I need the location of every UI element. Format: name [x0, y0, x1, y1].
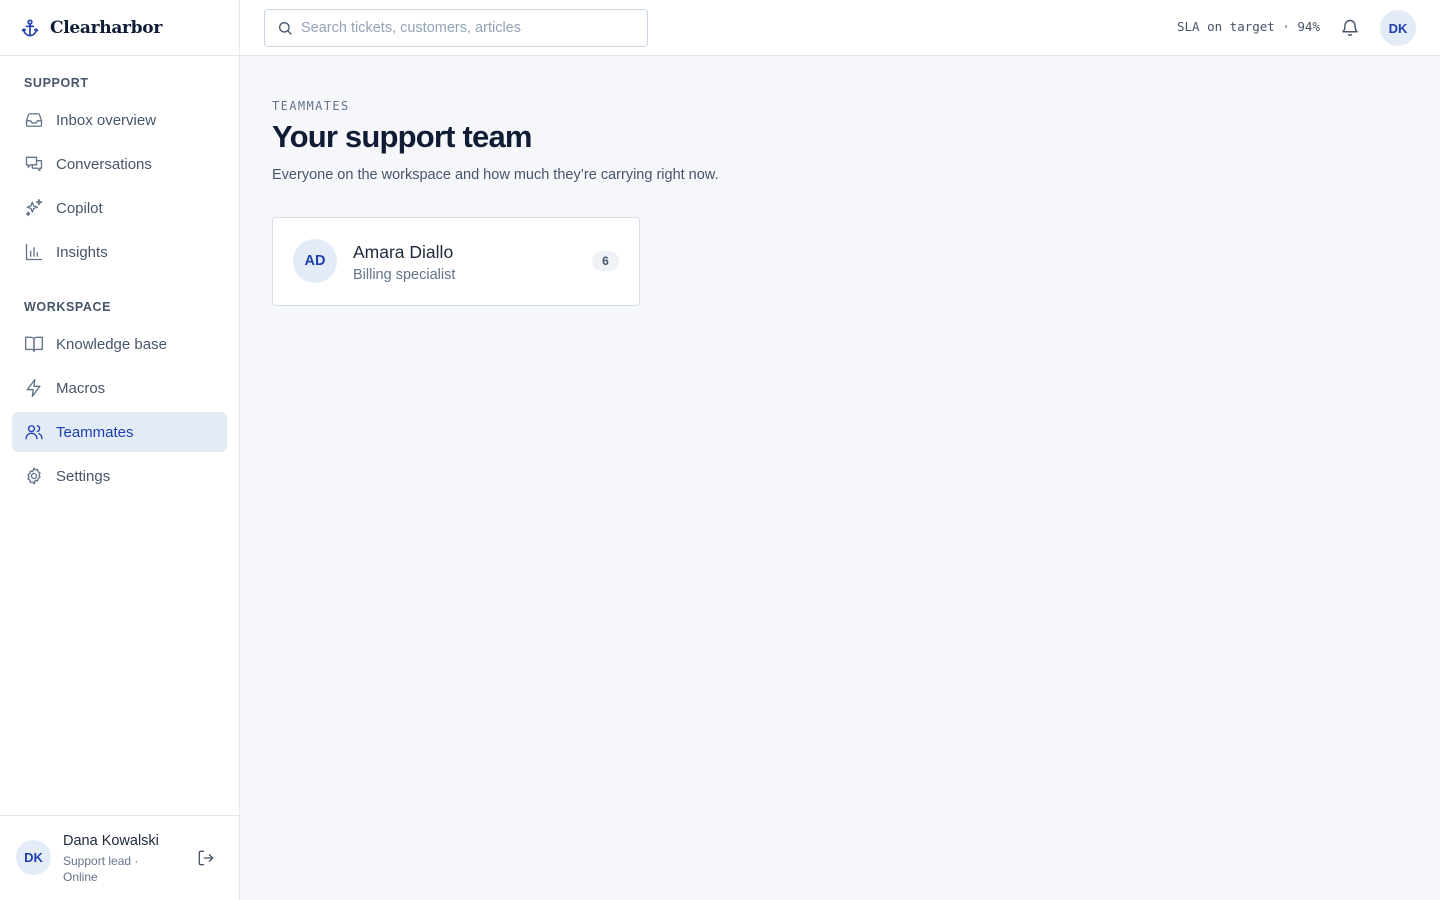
lightning-icon — [24, 378, 44, 398]
topbar: SLA on target · 94% DK — [240, 0, 1440, 56]
page-subtitle: Everyone on the workspace and how much t… — [272, 167, 719, 183]
section-label-support: SUPPORT — [24, 76, 89, 90]
bell-icon[interactable] — [1340, 17, 1360, 39]
brand[interactable]: Clearharbor — [0, 0, 239, 56]
inbox-icon — [24, 110, 44, 130]
sidebar-item-conversations[interactable]: Conversations — [12, 144, 227, 184]
teammate-role: Billing specialist — [353, 267, 456, 283]
gear-icon — [24, 466, 44, 486]
search-box[interactable] — [264, 9, 648, 47]
section-label-workspace: WORKSPACE — [24, 300, 112, 314]
bar-chart-icon — [24, 242, 44, 262]
page-eyebrow: TEAMMATES — [272, 99, 350, 113]
chat-bubbles-icon — [24, 154, 44, 174]
sidebar-item-teammates[interactable]: Teammates — [12, 412, 227, 452]
brand-name: Clearharbor — [50, 17, 162, 38]
sidebar-item-insights[interactable]: Insights — [12, 232, 227, 272]
sidebar-item-label: Knowledge base — [56, 335, 167, 353]
page-title: Your support team — [272, 119, 532, 154]
sparkles-icon — [24, 198, 44, 218]
sidebar-item-label: Insights — [56, 243, 108, 261]
avatar: AD — [293, 239, 337, 283]
logout-icon[interactable] — [196, 848, 216, 868]
sla-status: SLA on target · 94% — [1177, 19, 1320, 34]
sidebar-item-label: Teammates — [56, 423, 134, 441]
sidebar-item-inbox-overview[interactable]: Inbox overview — [12, 100, 227, 140]
sidebar-item-label: Conversations — [56, 155, 152, 173]
sidebar-item-label: Settings — [56, 467, 111, 485]
user-name: Dana Kowalski — [63, 833, 159, 849]
search-input[interactable] — [301, 20, 631, 36]
sidebar-item-copilot[interactable]: Copilot — [12, 188, 227, 228]
teammate-name: Amara Diallo — [353, 242, 454, 262]
sidebar-item-label: Copilot — [56, 199, 103, 217]
book-open-icon — [24, 334, 44, 354]
sidebar-item-macros[interactable]: Macros — [12, 368, 227, 408]
avatar[interactable]: DK — [16, 840, 51, 875]
sidebar-item-label: Inbox overview — [56, 111, 157, 129]
sidebar: Clearharbor SUPPORT Inbox overview Conve… — [0, 0, 240, 900]
sidebar-item-label: Macros — [56, 379, 106, 397]
anchor-logo-icon — [20, 18, 40, 38]
sidebar-item-knowledge-base[interactable]: Knowledge base — [12, 324, 227, 364]
teammate-card[interactable]: AD Amara Diallo Billing specialist 6 — [272, 217, 640, 306]
user-role-status: Support lead · Online — [63, 854, 139, 884]
sidebar-item-settings[interactable]: Settings — [12, 456, 227, 496]
users-icon — [24, 422, 44, 442]
search-icon — [277, 20, 293, 36]
open-count-badge: 6 — [592, 251, 619, 271]
avatar[interactable]: DK — [1380, 10, 1416, 46]
current-user: DK Dana Kowalski Support lead · Online — [0, 815, 239, 900]
